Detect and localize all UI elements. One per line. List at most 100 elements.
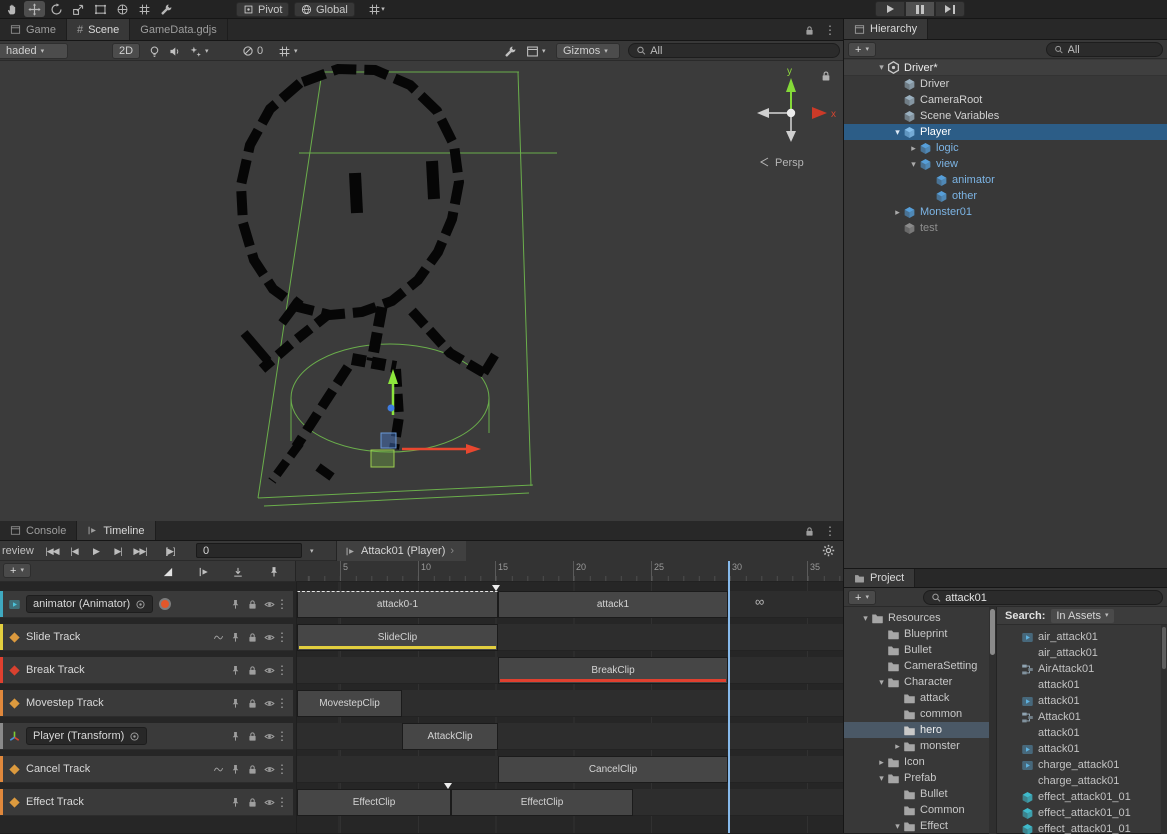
result-item[interactable]: Attack01	[997, 709, 1167, 725]
folder-resources[interactable]: ▾Resources	[844, 610, 989, 626]
lock-icon[interactable]	[804, 25, 815, 36]
clip-slideclip[interactable]: SlideClip	[297, 624, 498, 651]
transform-binding-field[interactable]: Player (Transform)	[26, 727, 147, 745]
rotate-tool-button[interactable]	[46, 1, 67, 17]
result-item[interactable]: attack01	[997, 677, 1167, 693]
track-menu-kebab[interactable]: ⋮	[276, 696, 288, 710]
expand-arrow[interactable]: ▾	[892, 821, 903, 832]
eye-icon[interactable]	[264, 731, 275, 742]
hierarchy-item-monster01[interactable]: ▸ Monster01	[844, 204, 1167, 220]
expand-arrow[interactable]: ▸	[908, 143, 919, 154]
scene-effects-dropdown[interactable]: ▾	[187, 43, 211, 59]
timeline-play-button[interactable]: ▶	[86, 543, 106, 559]
panel-menu-kebab[interactable]: ⋮	[824, 525, 836, 537]
track-header-player-transform[interactable]: Player (Transform) ⋮	[0, 723, 293, 750]
play-button[interactable]	[875, 1, 905, 17]
expand-arrow[interactable]: ▾	[876, 773, 887, 784]
view-hand-tool-button[interactable]	[2, 1, 23, 17]
tab-timeline[interactable]: Timeline	[77, 521, 155, 540]
hierarchy-item-driver[interactable]: Driver	[844, 76, 1167, 92]
track-header-effect[interactable]: Effect Track ⋮	[0, 789, 293, 816]
play-range-button[interactable]: [▶]	[158, 543, 182, 559]
expand-arrow[interactable]: ▾	[860, 613, 871, 624]
tab-console[interactable]: Console	[0, 521, 77, 540]
scrollbar-thumb[interactable]	[1162, 627, 1166, 669]
pin-icon[interactable]	[230, 632, 241, 643]
folder-scrollbar[interactable]	[989, 607, 996, 834]
pin-icon[interactable]	[230, 731, 241, 742]
curves-icon[interactable]	[213, 632, 224, 643]
scale-tool-button[interactable]	[68, 1, 89, 17]
clip-effectclip-2[interactable]: EffectClip	[451, 789, 633, 816]
folder-hero-selected[interactable]: hero	[844, 722, 989, 738]
object-picker-icon[interactable]	[135, 599, 146, 610]
folder-character[interactable]: ▾Character	[844, 674, 989, 690]
eye-icon[interactable]	[264, 698, 275, 709]
clip-marker[interactable]	[492, 585, 500, 591]
clip-effectclip-1[interactable]: EffectClip	[297, 789, 451, 816]
pause-button[interactable]	[905, 1, 935, 17]
expand-arrow[interactable]: ▸	[892, 741, 903, 752]
folder-common[interactable]: common	[844, 706, 989, 722]
track-header-slide[interactable]: Slide Track ⋮	[0, 624, 293, 651]
project-add-button[interactable]: +▾	[848, 590, 876, 605]
folder-monster[interactable]: ▸monster	[844, 738, 989, 754]
tab-hierarchy[interactable]: Hierarchy	[844, 19, 928, 39]
lock-icon[interactable]	[247, 698, 258, 709]
eye-icon[interactable]	[264, 797, 275, 808]
lock-icon[interactable]	[247, 797, 258, 808]
hierarchy-search-field[interactable]	[1046, 42, 1163, 57]
expand-arrow[interactable]: ▾	[892, 127, 903, 138]
result-item[interactable]: effect_attack01_01	[997, 805, 1167, 821]
eye-icon[interactable]	[264, 764, 275, 775]
result-item[interactable]: attack01	[997, 725, 1167, 741]
animator-binding-field[interactable]: animator (Animator)	[26, 595, 153, 613]
project-search-input[interactable]	[945, 592, 1155, 604]
axis-center-handle[interactable]	[787, 109, 795, 117]
scene-tools-button[interactable]	[502, 43, 519, 59]
track-header-cancel[interactable]: Cancel Track ⋮	[0, 756, 293, 783]
result-item[interactable]: effect_attack01_01	[997, 789, 1167, 805]
hierarchy-item-test[interactable]: test	[844, 220, 1167, 236]
curves-view-toggle[interactable]	[160, 564, 176, 580]
timeline-settings-gear[interactable]	[822, 544, 835, 557]
expand-arrow[interactable]: ▾	[876, 62, 887, 73]
hierarchy-item-scene-driver[interactable]: ▾ Driver*	[844, 60, 1167, 76]
lock-icon[interactable]	[247, 632, 258, 643]
panel-menu-kebab[interactable]: ⋮	[824, 24, 836, 36]
track-lane[interactable]	[297, 723, 843, 750]
hierarchy-add-button[interactable]: +▾	[848, 42, 876, 57]
eye-icon[interactable]	[264, 599, 275, 610]
scene-visibility-toggle[interactable]: 0	[240, 43, 265, 59]
lock-icon[interactable]	[804, 526, 815, 537]
grid-tool-button[interactable]	[134, 1, 155, 17]
next-frame-button[interactable]: ▶|	[108, 543, 128, 559]
scene-lighting-button[interactable]	[146, 43, 163, 59]
hierarchy-item-view[interactable]: ▾ view	[844, 156, 1167, 172]
shading-mode-dropdown[interactable]: haded▾	[0, 43, 68, 59]
expand-arrow[interactable]: ▾	[908, 159, 919, 170]
eye-icon[interactable]	[264, 632, 275, 643]
tab-scene[interactable]: # Scene	[67, 19, 130, 40]
pin-icon[interactable]	[230, 599, 241, 610]
hierarchy-item-scene-variables[interactable]: Scene Variables	[844, 108, 1167, 124]
tab-game[interactable]: Game	[0, 19, 67, 40]
clip-attack1[interactable]: attack1	[498, 591, 728, 618]
timeline-ruler[interactable]: 5 10 15 20 25 30 35	[296, 561, 843, 582]
transform-tool-button[interactable]	[112, 1, 133, 17]
pin-icon[interactable]	[230, 797, 241, 808]
frame-field[interactable]	[196, 543, 302, 558]
curves-icon[interactable]	[213, 764, 224, 775]
folder-prefab-effect[interactable]: ▾Effect	[844, 818, 989, 834]
go-to-start-button[interactable]: |◀◀	[42, 543, 62, 559]
folder-prefab[interactable]: ▾Prefab	[844, 770, 989, 786]
scene-search-field[interactable]	[628, 43, 840, 58]
marker-pin-toggle[interactable]	[266, 564, 282, 580]
result-item[interactable]: air_attack01	[997, 645, 1167, 661]
folder-blueprint[interactable]: Blueprint	[844, 626, 989, 642]
scene-viewport[interactable]: y x Persp	[0, 61, 843, 521]
insert-mode-toggle[interactable]	[230, 564, 246, 580]
preview-toggle[interactable]: review	[2, 545, 34, 557]
folder-camerasetting[interactable]: CameraSetting	[844, 658, 989, 674]
go-to-end-button[interactable]: ▶▶|	[130, 543, 150, 559]
